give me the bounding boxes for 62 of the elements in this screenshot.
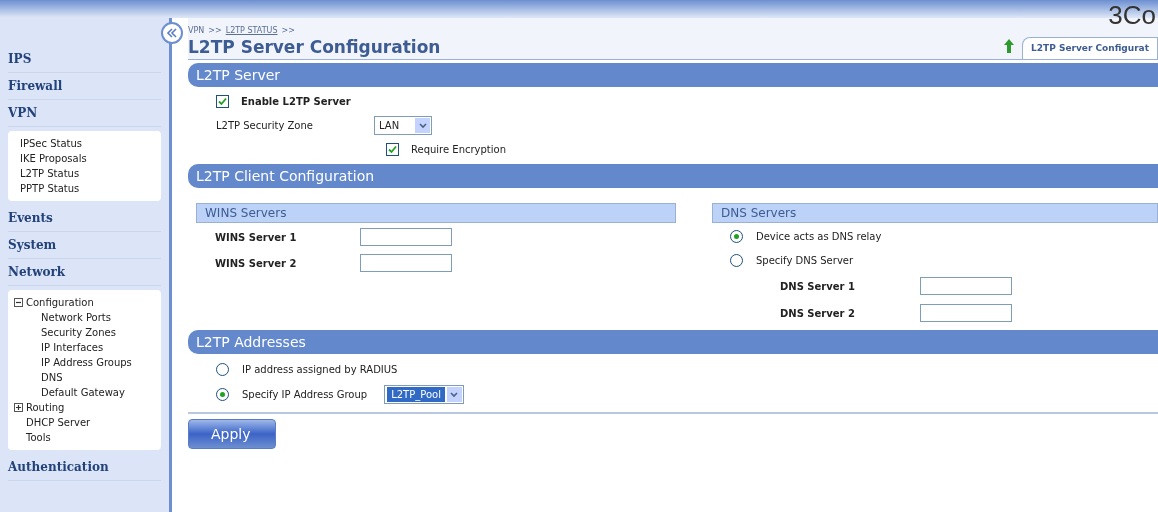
checkbox[interactable] <box>386 143 399 156</box>
subsection-header: WINS Servers <box>196 203 676 223</box>
input-field[interactable] <box>920 277 1012 295</box>
section-header: L2TP Client Configuration <box>188 164 1158 188</box>
checkbox-label: Require Encryption <box>411 143 507 157</box>
breadcrumb-text: VPN <box>188 25 205 37</box>
section-header: L2TP Server <box>188 63 1158 87</box>
input-field[interactable] <box>360 254 452 272</box>
page-title: L2TP Server Configuration <box>188 37 441 57</box>
sidebar-item[interactable]: IPSec Status <box>14 136 155 151</box>
subsection-header: DNS Servers <box>712 203 1158 223</box>
radio-button[interactable] <box>730 230 743 243</box>
sidebar-item[interactable]: Network Ports <box>14 310 155 325</box>
radio-button[interactable] <box>216 363 229 376</box>
checkbox[interactable] <box>216 95 229 108</box>
input-field[interactable] <box>920 304 1012 322</box>
sidebar-group[interactable]: VPN <box>8 100 161 127</box>
section-header: L2TP Addresses <box>188 330 1158 354</box>
sidebar-item[interactable]: PPTP Status <box>14 181 155 196</box>
field-label: DNS Server 1 <box>780 279 856 294</box>
apply-button[interactable]: Apply <box>188 419 276 449</box>
sidebar-group[interactable]: Events <box>8 205 161 232</box>
up-arrow-icon[interactable] <box>1004 39 1015 53</box>
tab[interactable]: L2TP Server Configurat <box>1022 37 1158 59</box>
field-label: DNS Server 2 <box>780 306 856 321</box>
caret-icon <box>415 118 430 133</box>
sidebar-item[interactable]: DNS <box>14 370 155 385</box>
sidebar-group[interactable]: System <box>8 232 161 259</box>
sidebar-item[interactable]: Default Gateway <box>14 385 155 400</box>
sidebar-item[interactable]: L2TP Status <box>14 166 155 181</box>
field-label: WINS Server 2 <box>215 256 298 271</box>
collapse-icon[interactable] <box>14 298 23 307</box>
sidebar-item[interactable]: IKE Proposals <box>14 151 155 166</box>
radio-label: Specify DNS Server <box>756 254 854 268</box>
expand-icon[interactable] <box>14 403 23 412</box>
field-label: L2TP Security Zone <box>216 119 314 133</box>
radio-label: Device acts as DNS relay <box>756 230 882 244</box>
sidebar-group[interactable]: Network <box>8 259 161 286</box>
breadcrumb-text: >> <box>281 25 295 37</box>
sidebar-group[interactable]: Firewall <box>8 73 161 100</box>
sidebar-group[interactable]: IPS <box>8 46 161 73</box>
breadcrumb-text: >> <box>208 25 222 37</box>
sidebar-item[interactable]: IP Interfaces <box>14 340 155 355</box>
dropdown[interactable]: L2TP_Pool <box>384 385 464 404</box>
radio-button[interactable] <box>216 388 229 401</box>
input-field[interactable] <box>360 228 452 246</box>
sidebar-item[interactable]: Configuration <box>26 295 94 310</box>
dropdown[interactable]: LAN <box>374 116 432 135</box>
sidebar-item[interactable]: Routing <box>26 400 65 415</box>
caret-icon <box>446 387 462 402</box>
logo: 3Co <box>1108 0 1156 32</box>
sidebar-group[interactable]: Authentication <box>8 454 161 481</box>
sidebar-item[interactable]: Security Zones <box>14 325 155 340</box>
field-label: WINS Server 1 <box>215 230 298 245</box>
sidebar-item[interactable]: Tools <box>14 430 155 445</box>
sidebar-item[interactable]: IP Address Groups <box>14 355 155 370</box>
radio-label: IP address assigned by RADIUS <box>242 363 398 377</box>
sidebar-item[interactable]: DHCP Server <box>14 415 155 430</box>
radio-button[interactable] <box>730 254 743 267</box>
breadcrumb-link[interactable]: L2TP STATUS <box>225 25 278 37</box>
checkbox-label: Enable L2TP Server <box>241 95 351 109</box>
radio-label: Specify IP Address Group <box>242 388 368 402</box>
